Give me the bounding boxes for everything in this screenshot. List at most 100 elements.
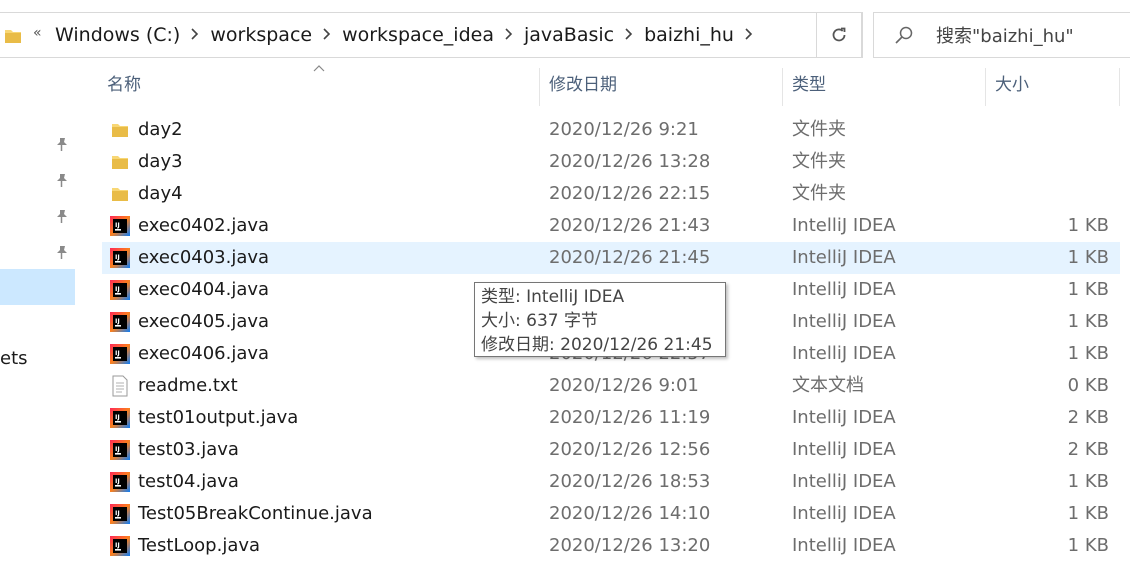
intellij-java-file-icon: IJ <box>109 343 131 365</box>
file-type: 文件夹 <box>792 119 846 140</box>
file-type: 文件夹 <box>792 183 846 204</box>
pin-icon[interactable] <box>54 208 70 228</box>
file-modified-date: 2020/12/26 22:15 <box>549 183 711 204</box>
file-name: readme.txt <box>138 375 238 396</box>
file-modified-date: 2020/12/26 14:10 <box>549 503 711 524</box>
text-file-icon <box>109 375 131 397</box>
column-divider[interactable] <box>1119 68 1120 106</box>
file-type: IntelliJ IDEA <box>792 279 896 300</box>
nav-item-label[interactable]: ets <box>0 348 28 369</box>
chevron-right-icon[interactable] <box>312 26 342 45</box>
refresh-button[interactable] <box>816 12 862 58</box>
file-name: exec0403.java <box>138 247 270 268</box>
navigation-pane: ets <box>0 60 76 582</box>
intellij-java-file-icon: IJ <box>109 535 131 557</box>
pin-icon[interactable] <box>54 172 70 192</box>
column-divider[interactable] <box>985 68 986 106</box>
file-row[interactable]: readme.txt 2020/12/26 9:01 文本文档 0 KB <box>102 370 1120 402</box>
file-row[interactable]: IJ test01output.java 2020/12/26 11:19 Intel… <box>102 402 1120 434</box>
column-divider[interactable] <box>539 68 540 106</box>
svg-text:IJ: IJ <box>115 541 120 549</box>
chevron-right-icon[interactable] <box>180 26 210 45</box>
file-modified-date: 2020/12/26 9:21 <box>549 119 699 140</box>
file-size: 1 KB <box>1067 471 1109 492</box>
pin-icon[interactable] <box>54 136 70 156</box>
file-name: day2 <box>138 119 183 140</box>
overflow-chevron-icon[interactable]: « <box>33 25 42 41</box>
file-modified-date: 2020/12/26 21:43 <box>549 215 711 236</box>
file-row[interactable]: IJ exec0403.java 2020/12/26 21:45 IntelliJ … <box>102 242 1120 274</box>
file-type: IntelliJ IDEA <box>792 439 896 460</box>
file-size: 2 KB <box>1067 439 1109 460</box>
file-size: 1 KB <box>1067 535 1109 556</box>
file-name: exec0402.java <box>138 215 270 236</box>
file-modified-date: 2020/12/26 21:45 <box>549 247 711 268</box>
svg-text:IJ: IJ <box>115 253 120 261</box>
file-size: 1 KB <box>1067 279 1109 300</box>
breadcrumb-item[interactable]: workspace <box>210 24 312 46</box>
file-row[interactable]: IJ TestLoop.java 2020/12/26 13:20 IntelliJ … <box>102 530 1120 562</box>
file-row[interactable]: day2 2020/12/26 9:21 文件夹 <box>102 114 1120 146</box>
column-divider[interactable] <box>782 68 783 106</box>
file-row[interactable]: IJ exec0402.java 2020/12/26 21:43 IntelliJ … <box>102 210 1120 242</box>
intellij-java-file-icon: IJ <box>109 503 131 525</box>
file-row[interactable]: day3 2020/12/26 13:28 文件夹 <box>102 146 1120 178</box>
file-name: Test05BreakContinue.java <box>138 503 373 524</box>
chevron-right-icon[interactable] <box>734 26 764 45</box>
breadcrumb: Windows (C:) workspace workspace_idea javaB… <box>55 13 764 57</box>
file-modified-date: 2020/12/26 11:19 <box>549 407 711 428</box>
file-name: test01output.java <box>138 407 299 428</box>
file-size: 1 KB <box>1067 247 1109 268</box>
file-size: 1 KB <box>1067 215 1109 236</box>
breadcrumb-item[interactable]: javaBasic <box>524 24 614 46</box>
file-row[interactable]: IJ test03.java 2020/12/26 12:56 IntelliJ ID… <box>102 434 1120 466</box>
search-icon <box>894 25 914 49</box>
file-size: 1 KB <box>1067 311 1109 332</box>
file-size: 1 KB <box>1067 343 1109 364</box>
file-row[interactable]: IJ test04.java 2020/12/26 18:53 IntelliJ ID… <box>102 466 1120 498</box>
file-size: 2 KB <box>1067 407 1109 428</box>
breadcrumb-item[interactable]: Windows (C:) <box>55 24 180 46</box>
address-bar[interactable]: « Windows (C:) workspace workspace_idea jav… <box>0 12 863 58</box>
file-info-tooltip: 类型: IntelliJ IDEA 大小: 637 字节 修改日期: 2020/… <box>474 282 726 357</box>
folder-icon <box>109 183 131 205</box>
folder-icon <box>109 151 131 173</box>
svg-text:IJ: IJ <box>115 509 120 517</box>
search-box[interactable] <box>873 12 1130 58</box>
intellij-java-file-icon: IJ <box>109 311 131 333</box>
intellij-java-file-icon: IJ <box>109 407 131 429</box>
breadcrumb-item[interactable]: baizhi_hu <box>644 24 734 46</box>
file-name: TestLoop.java <box>138 535 261 556</box>
refresh-icon <box>832 27 846 42</box>
breadcrumb-item[interactable]: workspace_idea <box>342 24 494 46</box>
file-row[interactable]: day4 2020/12/26 22:15 文件夹 <box>102 178 1120 210</box>
file-row[interactable]: IJ Test05BreakContinue.java 2020/12/26 14:… <box>102 498 1120 530</box>
file-size: 0 KB <box>1067 375 1109 396</box>
intellij-java-file-icon: IJ <box>109 279 131 301</box>
file-name: exec0404.java <box>138 279 270 300</box>
folder-icon <box>4 27 22 49</box>
column-header-type[interactable]: 类型 <box>787 64 985 106</box>
svg-text:IJ: IJ <box>115 413 120 421</box>
intellij-java-file-icon: IJ <box>109 247 131 269</box>
file-type: IntelliJ IDEA <box>792 247 896 268</box>
file-modified-date: 2020/12/26 13:20 <box>549 535 711 556</box>
svg-text:IJ: IJ <box>115 317 120 325</box>
nav-item-selected[interactable] <box>0 269 75 305</box>
column-header-size[interactable]: 大小 <box>990 64 1120 106</box>
intellij-java-file-icon: IJ <box>109 439 131 461</box>
intellij-java-file-icon: IJ <box>109 215 131 237</box>
svg-text:IJ: IJ <box>115 285 120 293</box>
column-header-name[interactable]: 名称 <box>102 64 539 106</box>
search-input[interactable] <box>934 21 1128 51</box>
svg-text:IJ: IJ <box>115 221 120 229</box>
tooltip-size: 大小: 637 字节 <box>481 311 598 331</box>
tooltip-type: 类型: IntelliJ IDEA <box>481 287 625 307</box>
column-header-date[interactable]: 修改日期 <box>544 64 782 106</box>
chevron-right-icon[interactable] <box>614 26 644 45</box>
pin-icon[interactable] <box>54 244 70 264</box>
file-name: test04.java <box>138 471 239 492</box>
svg-text:IJ: IJ <box>115 349 120 357</box>
chevron-right-icon[interactable] <box>494 26 524 45</box>
tooltip-date: 修改日期: 2020/12/26 21:45 <box>481 335 713 355</box>
